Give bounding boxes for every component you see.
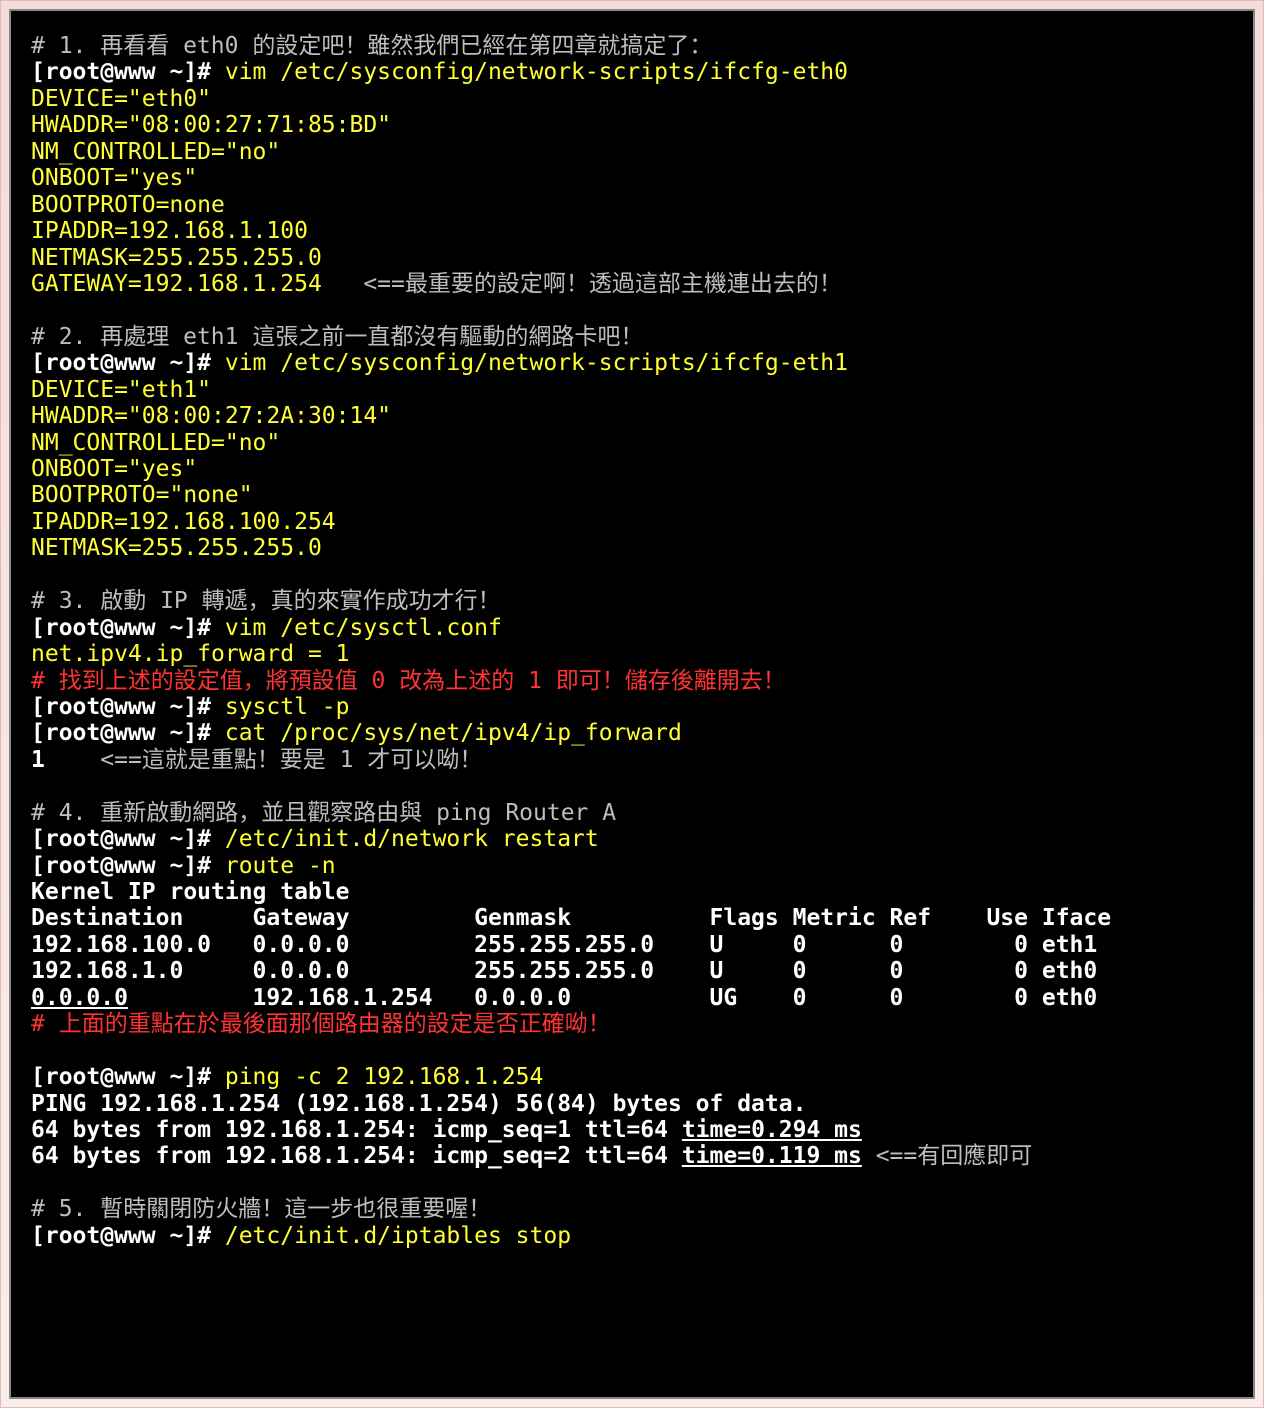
prompt: [root@www ~]# bbox=[31, 694, 211, 720]
route-row-3-rest: 192.168.1.254 0.0.0.0 UG 0 0 0 eth0 bbox=[128, 985, 1097, 1011]
ifcfg-eth0-gateway: GATEWAY=192.168.1.254 bbox=[31, 271, 322, 297]
command-vim-eth0: vim /etc/sysconfig/network-scripts/ifcfg… bbox=[211, 59, 848, 85]
prompt: [root@www ~]# bbox=[31, 1064, 211, 1090]
ifcfg-eth0-nmcontrolled: NM_CONTROLLED="no" bbox=[31, 139, 280, 165]
sysctl-ipforward-line: net.ipv4.ip_forward = 1 bbox=[31, 641, 350, 667]
ifcfg-eth1-nmcontrolled: NM_CONTROLLED="no" bbox=[31, 430, 280, 456]
prompt: [root@www ~]# bbox=[31, 826, 211, 852]
command-route-n: route -n bbox=[211, 853, 336, 879]
command-iptables-stop: /etc/init.d/iptables stop bbox=[211, 1223, 571, 1249]
route-row-2: 192.168.1.0 0.0.0.0 255.255.255.0 U 0 0 … bbox=[31, 958, 1097, 984]
blank-line bbox=[31, 297, 1233, 323]
ifcfg-eth1-netmask: NETMASK=255.255.255.0 bbox=[31, 535, 322, 561]
route-note: # 上面的重點在於最後面那個路由器的設定是否正確呦！ bbox=[31, 1011, 611, 1037]
blank-line bbox=[31, 773, 1233, 799]
ipforward-value: 1 bbox=[31, 747, 45, 773]
prompt: [root@www ~]# bbox=[31, 853, 211, 879]
document-frame: # 1. 再看看 eth0 的設定吧！雖然我們已經在第四章就搞定了： [root… bbox=[0, 0, 1264, 1408]
prompt: [root@www ~]# bbox=[31, 720, 211, 746]
ifcfg-eth0-onboot: ONBOOT="yes" bbox=[31, 165, 197, 191]
section-3-note: # 找到上述的設定值，將預設值 0 改為上述的 1 即可！儲存後離開去！ bbox=[31, 668, 786, 694]
section-3-comment: # 3. 啟動 IP 轉遞，真的來實作成功才行！ bbox=[31, 588, 501, 614]
blank-line bbox=[31, 562, 1233, 588]
ifcfg-eth1-bootproto: BOOTPROTO="none" bbox=[31, 482, 253, 508]
command-vim-sysctl: vim /etc/sysctl.conf bbox=[211, 615, 502, 641]
ifcfg-eth0-hwaddr: HWADDR="08:00:27:71:85:BD" bbox=[31, 112, 391, 138]
ping-header: PING 192.168.1.254 (192.168.1.254) 56(84… bbox=[31, 1091, 806, 1117]
section-2-comment: # 2. 再處理 eth1 這張之前一直都沒有驅動的網路卡吧！ bbox=[31, 324, 643, 350]
ipforward-note: <==這就是重點！要是 1 才可以呦！ bbox=[45, 747, 482, 773]
ifcfg-eth0-ipaddr: IPADDR=192.168.1.100 bbox=[31, 218, 308, 244]
ifcfg-eth0-device: DEVICE="eth0" bbox=[31, 86, 211, 112]
terminal-output: # 1. 再看看 eth0 的設定吧！雖然我們已經在第四章就搞定了： [root… bbox=[9, 9, 1255, 1399]
prompt: [root@www ~]# bbox=[31, 350, 211, 376]
gateway-note: <==最重要的設定啊！透過這部主機連出去的！ bbox=[322, 271, 842, 297]
ping-line-2-a: 64 bytes from 192.168.1.254: icmp_seq=2 … bbox=[31, 1143, 682, 1169]
ping-note: <==有回應即可 bbox=[862, 1143, 1032, 1169]
route-row-1: 192.168.100.0 0.0.0.0 255.255.255.0 U 0 … bbox=[31, 932, 1097, 958]
ifcfg-eth1-device: DEVICE="eth1" bbox=[31, 377, 211, 403]
ifcfg-eth0-bootproto: BOOTPROTO=none bbox=[31, 192, 225, 218]
prompt: [root@www ~]# bbox=[31, 615, 211, 641]
command-sysctl-p: sysctl -p bbox=[211, 694, 349, 720]
route-table-title: Kernel IP routing table bbox=[31, 879, 350, 905]
blank-line bbox=[31, 1038, 1233, 1064]
route-row-3-dest: 0.0.0.0 bbox=[31, 985, 128, 1011]
ifcfg-eth1-ipaddr: IPADDR=192.168.100.254 bbox=[31, 509, 336, 535]
command-cat-ipforward: cat /proc/sys/net/ipv4/ip_forward bbox=[211, 720, 682, 746]
section-1-comment: # 1. 再看看 eth0 的設定吧！雖然我們已經在第四章就搞定了： bbox=[31, 33, 712, 59]
ifcfg-eth1-onboot: ONBOOT="yes" bbox=[31, 456, 197, 482]
ping-line-1-b: time=0.294 ms bbox=[682, 1117, 862, 1143]
command-vim-eth1: vim /etc/sysconfig/network-scripts/ifcfg… bbox=[211, 350, 848, 376]
section-4-comment: # 4. 重新啟動網路，並且觀察路由與 ping Router A bbox=[31, 800, 616, 826]
command-network-restart: /etc/init.d/network restart bbox=[211, 826, 599, 852]
blank-line bbox=[31, 1170, 1233, 1196]
route-table-header: Destination Gateway Genmask Flags Metric… bbox=[31, 905, 1111, 931]
prompt: [root@www ~]# bbox=[31, 1223, 211, 1249]
prompt: [root@www ~]# bbox=[31, 59, 211, 85]
ifcfg-eth0-netmask: NETMASK=255.255.255.0 bbox=[31, 245, 322, 271]
ping-line-1-a: 64 bytes from 192.168.1.254: icmp_seq=1 … bbox=[31, 1117, 682, 1143]
section-5-comment: # 5. 暫時關閉防火牆！這一步也很重要喔！ bbox=[31, 1196, 491, 1222]
ping-line-2-b: time=0.119 ms bbox=[682, 1143, 862, 1169]
ifcfg-eth1-hwaddr: HWADDR="08:00:27:2A:30:14" bbox=[31, 403, 391, 429]
command-ping: ping -c 2 192.168.1.254 bbox=[211, 1064, 543, 1090]
